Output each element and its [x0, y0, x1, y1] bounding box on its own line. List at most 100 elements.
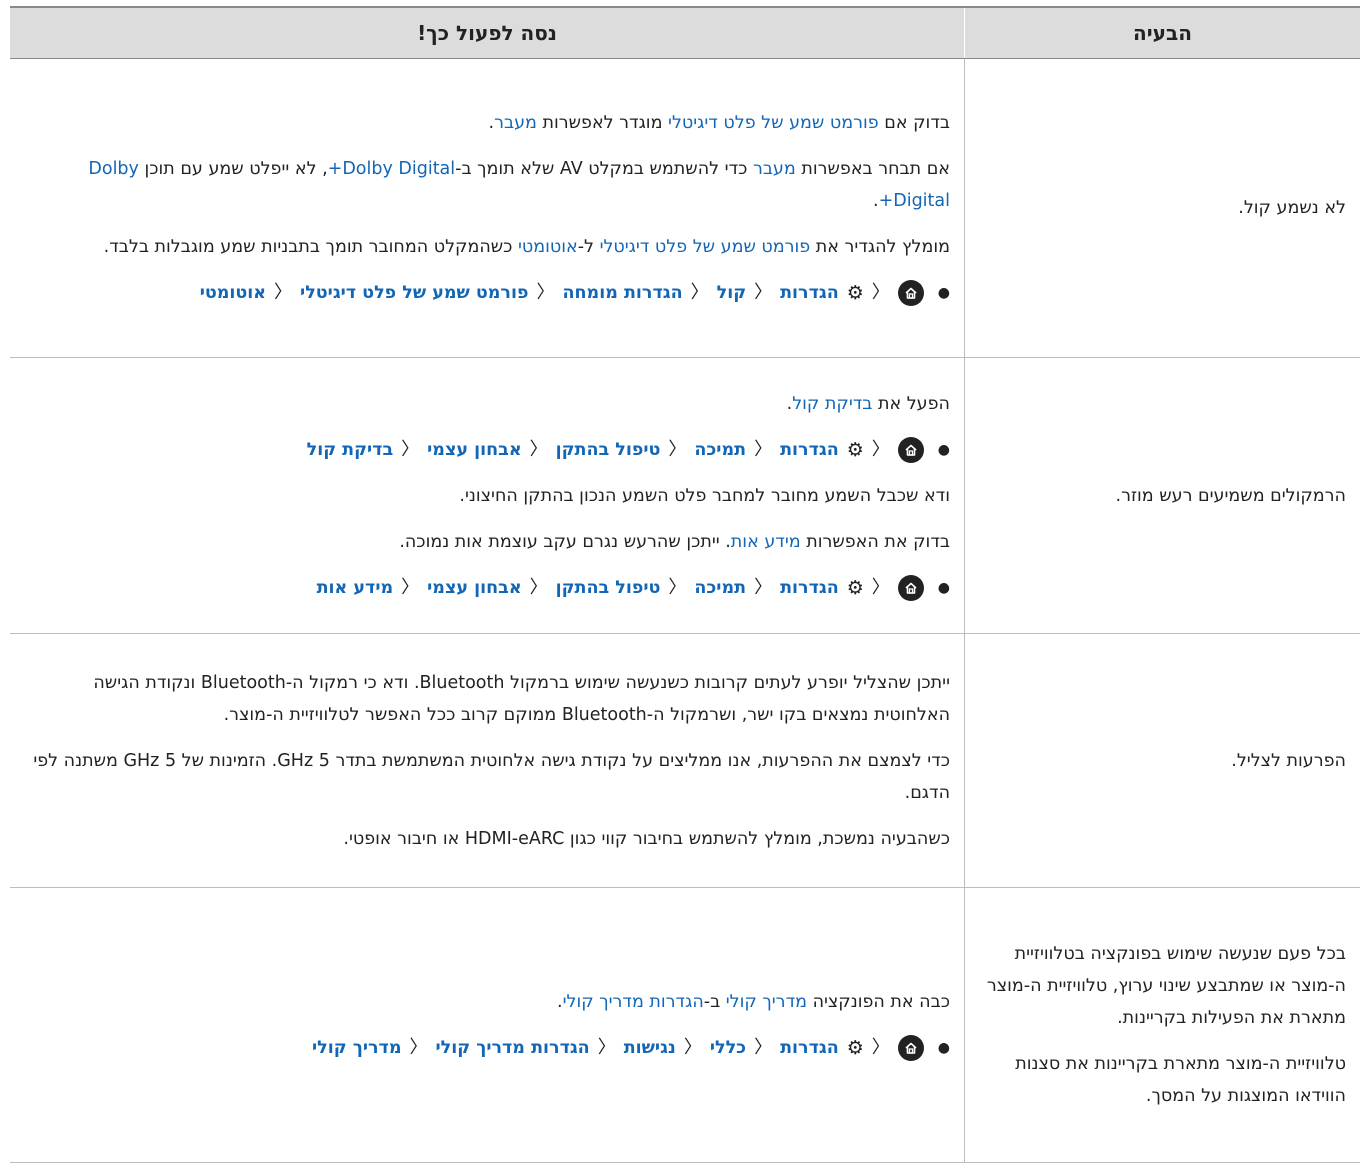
gear-icon: ⚙: [847, 277, 864, 309]
bullet-icon: ●: [938, 434, 950, 466]
problem-cell: לא נשמע קול.: [965, 59, 1360, 358]
solution-text: ודא שכבל השמע מחובר למחבר פלט השמע הנכון…: [24, 480, 950, 512]
solution-cell: כבה את הפונקציה מדריך קולי ב-הגדרות מדרי…: [10, 888, 965, 1163]
menu-path-item: מדריך קולי: [312, 1032, 401, 1064]
text-segment: אם תבחר באפשרות: [796, 159, 950, 179]
chevron-left-icon: 〈: [598, 1032, 616, 1064]
header-solution: נסה לפעול כך!: [10, 7, 965, 59]
menu-path-item: קול: [717, 277, 746, 309]
bullet-icon: ●: [938, 277, 950, 309]
gear-icon: ⚙: [847, 434, 864, 466]
problem-cell: בכל פעם שנעשה שימוש בפונקציה בטלוויזיית …: [965, 888, 1360, 1163]
chevron-left-icon: 〈: [530, 572, 548, 604]
troubleshooting-table: הבעיה נסה לפעול כך! לא נשמע קול. בדוק אם…: [10, 6, 1360, 1163]
chevron-left-icon: 〈: [872, 434, 890, 466]
menu-link-text: מדריך קולי: [726, 992, 807, 1012]
chevron-left-icon: 〈: [537, 277, 555, 309]
solution-cell: ייתכן שהצליל יופרע לעתים קרובות כשנעשה ש…: [10, 634, 965, 888]
home-icon: [898, 280, 924, 306]
problem-text: הרמקולים משמיעים רעש מוזר.: [1116, 486, 1347, 506]
chevron-left-icon: 〈: [530, 434, 548, 466]
table-row: הפרעות לצליל. ייתכן שהצליל יופרע לעתים ק…: [10, 634, 1360, 888]
menu-path-item: הגדרות מדריך קולי: [436, 1032, 590, 1064]
chevron-left-icon: 〈: [684, 1032, 702, 1064]
chevron-left-icon: 〈: [754, 277, 772, 309]
solution-text: ייתכן שהצליל יופרע לעתים קרובות כשנעשה ש…: [24, 667, 950, 731]
solution-text: הפעל את בדיקת קול.: [24, 388, 950, 420]
menu-path-item: אבחון עצמי: [427, 572, 521, 604]
menu-path: ●〈⚙הגדרות〈תמיכה〈טיפול בהתקן〈אבחון עצמי〈מ…: [24, 572, 950, 604]
page: הבעיה נסה לפעול כך! לא נשמע קול. בדוק אם…: [0, 0, 1360, 1159]
table-row: הרמקולים משמיעים רעש מוזר. הפעל את בדיקת…: [10, 358, 1360, 634]
text-segment: כבה את הפונקציה: [807, 992, 950, 1012]
solution-text: בדוק אם פורמט שמע של פלט דיגיטלי מוגדר ל…: [24, 107, 950, 139]
menu-path-item: אבחון עצמי: [427, 434, 521, 466]
chevron-left-icon: 〈: [872, 277, 890, 309]
gear-icon: ⚙: [847, 572, 864, 604]
text-segment: ב-: [704, 992, 726, 1012]
menu-link-text: Dolby Digital+: [328, 159, 456, 179]
bullet-icon: ●: [938, 572, 950, 604]
menu-path-item: הגדרות מומחה: [563, 277, 683, 309]
menu-path-item: הגדרות: [780, 572, 839, 604]
text-segment: כדי לצמצם את ההפרעות, אנו ממליצים על נקו…: [33, 751, 950, 803]
text-segment: . ייתכן שהרעש נגרם עקב עוצמת אות נמוכה.: [399, 532, 730, 552]
chevron-left-icon: 〈: [691, 277, 709, 309]
gear-icon: ⚙: [847, 1032, 864, 1064]
menu-path: ●〈⚙הגדרות〈תמיכה〈טיפול בהתקן〈אבחון עצמי〈ב…: [24, 434, 950, 466]
menu-link-text: הגדרות מדריך קולי: [563, 992, 704, 1012]
menu-path-item: טיפול בהתקן: [556, 572, 661, 604]
menu-path-item: הגדרות: [780, 434, 839, 466]
solution-cell: הפעל את בדיקת קול.●〈⚙הגדרות〈תמיכה〈טיפול …: [10, 358, 965, 634]
text-segment: מוגדר לאפשרות: [537, 113, 668, 133]
problem-text: בכל פעם שנעשה שימוש בפונקציה בטלוויזיית …: [979, 938, 1346, 1034]
home-icon: [898, 575, 924, 601]
menu-path-item: פורמט שמע של פלט דיגיטלי: [300, 277, 528, 309]
problem-cell: הפרעות לצליל.: [965, 634, 1360, 888]
solution-text: אם תבחר באפשרות מעבר כדי להשתמש במקלט AV…: [24, 153, 950, 217]
text-segment: כדי להשתמש במקלט AV שלא תומך ב-: [455, 159, 753, 179]
menu-path-item: טיפול בהתקן: [556, 434, 661, 466]
table-row: לא נשמע קול. בדוק אם פורמט שמע של פלט די…: [10, 59, 1360, 358]
menu-link-text: אוטומטי: [518, 237, 578, 257]
header-problem: הבעיה: [965, 7, 1360, 59]
text-segment: ייתכן שהצליל יופרע לעתים קרובות כשנעשה ש…: [93, 673, 950, 725]
text-segment: בדוק את האפשרות: [801, 532, 950, 552]
chevron-left-icon: 〈: [668, 434, 686, 466]
text-segment: הפעל את: [872, 394, 950, 414]
menu-link-text: בדיקת קול: [792, 394, 872, 414]
menu-path-item: בדיקת קול: [307, 434, 394, 466]
problem-text: הפרעות לצליל.: [1231, 751, 1346, 771]
text-segment: מומלץ להגדיר את: [810, 237, 950, 257]
chevron-left-icon: 〈: [872, 572, 890, 604]
menu-link-text: מעבר: [753, 159, 796, 179]
menu-path-item: אוטומטי: [200, 277, 266, 309]
menu-path: ●〈⚙הגדרות〈קול〈הגדרות מומחה〈פורמט שמע של …: [24, 277, 950, 309]
solution-text: כדי לצמצם את ההפרעות, אנו ממליצים על נקו…: [24, 745, 950, 809]
text-segment: כשהמקלט המחובר תומך בתבניות שמע מוגבלות …: [104, 237, 518, 257]
solution-cell: בדוק אם פורמט שמע של פלט דיגיטלי מוגדר ל…: [10, 59, 965, 358]
text-segment: ודא שכבל השמע מחובר למחבר פלט השמע הנכון…: [459, 486, 950, 506]
chevron-left-icon: 〈: [401, 434, 419, 466]
problem-text: לא נשמע קול.: [1238, 198, 1346, 218]
menu-link-text: פורמט שמע של פלט דיגיטלי: [600, 237, 811, 257]
text-segment: , לא ייפלט שמע עם תוכן: [139, 159, 328, 179]
home-icon: [898, 437, 924, 463]
menu-path-item: תמיכה: [694, 572, 746, 604]
chevron-left-icon: 〈: [401, 572, 419, 604]
chevron-left-icon: 〈: [872, 1032, 890, 1064]
table-row: בכל פעם שנעשה שימוש בפונקציה בטלוויזיית …: [10, 888, 1360, 1163]
menu-path: ●〈⚙הגדרות〈כללי〈נגישות〈הגדרות מדריך קולי〈…: [24, 1032, 950, 1064]
menu-path-item: מידע אות: [317, 572, 394, 604]
text-segment: כשהבעיה נמשכת, מומלץ להשתמש בחיבור קווי …: [343, 829, 950, 849]
text-segment: ל-: [578, 237, 600, 257]
menu-link-text: מעבר: [494, 113, 537, 133]
home-icon: [898, 1035, 924, 1061]
problem-text: טלוויזיית ה-מוצר מתארת בקריינות את סצנות…: [979, 1048, 1346, 1112]
solution-text: כבה את הפונקציה מדריך קולי ב-הגדרות מדרי…: [24, 986, 950, 1018]
menu-path-item: נגישות: [624, 1032, 676, 1064]
problem-cell: הרמקולים משמיעים רעש מוזר.: [965, 358, 1360, 634]
solution-text: כשהבעיה נמשכת, מומלץ להשתמש בחיבור קווי …: [24, 823, 950, 855]
chevron-left-icon: 〈: [754, 434, 772, 466]
chevron-left-icon: 〈: [274, 277, 292, 309]
